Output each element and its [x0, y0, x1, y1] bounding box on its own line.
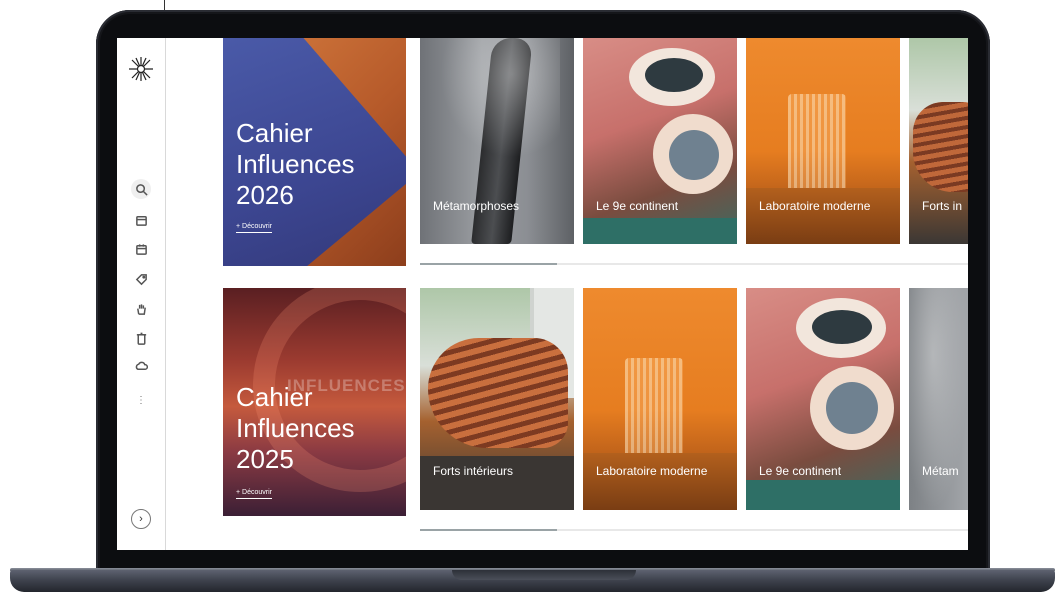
- fabric-veil: [440, 38, 560, 158]
- chevron-right-icon: ›: [139, 513, 143, 525]
- hero-card-2025[interactable]: INFLUENCES Cahier Influences 2025 + Déco…: [223, 288, 406, 516]
- more-icon[interactable]: ⋮: [131, 390, 151, 410]
- star-logo[interactable]: [128, 56, 154, 82]
- hero-title-line: Cahier: [236, 118, 313, 148]
- card-label: Laboratoire moderne: [596, 464, 708, 478]
- card-laboratoire-moderne[interactable]: Laboratoire moderne: [746, 38, 900, 244]
- cloud-icon[interactable]: [131, 356, 151, 376]
- card-9e-continent[interactable]: Le 9e continent: [583, 38, 737, 244]
- sidebar: ⋮ ›: [117, 38, 166, 550]
- card-metamorphoses-partial[interactable]: Métam: [909, 288, 968, 510]
- discover-link[interactable]: + Découvrir: [236, 223, 272, 233]
- card-metamorphoses[interactable]: Métamorphoses: [420, 38, 574, 244]
- hero-title: Cahier Influences 2025: [236, 382, 406, 475]
- hero-title-line: 2025: [236, 444, 294, 474]
- table-surface: [746, 188, 900, 244]
- hero-title-line: Cahier: [236, 382, 313, 412]
- bubble-arch-opening: [669, 130, 719, 180]
- pool-water: [746, 480, 900, 510]
- bubble-arch-opening: [826, 382, 878, 434]
- card-label: Le 9e continent: [596, 199, 679, 213]
- app-screen: ⋮ › Cahier Influences 2026 + Découvrir M…: [117, 38, 968, 550]
- pool-water: [583, 218, 737, 244]
- bubble-window-glass: [812, 310, 872, 344]
- card-label: Forts intérieurs: [433, 464, 514, 478]
- collection-row-2025: INFLUENCES Cahier Influences 2025 + Déco…: [223, 288, 968, 531]
- row-scrollbar-thumb[interactable]: [420, 263, 557, 265]
- card-label: Le 9e continent: [759, 464, 842, 478]
- hero-title-line: Influences: [236, 149, 355, 179]
- expand-sidebar-button[interactable]: ›: [131, 509, 151, 529]
- card-9e-continent[interactable]: Le 9e continent: [746, 288, 900, 510]
- calendar-icon[interactable]: [131, 239, 151, 259]
- collection-row-2026: Cahier Influences 2026 + Découvrir Métam…: [223, 38, 968, 268]
- row-scrollbar[interactable]: [420, 529, 968, 531]
- tag-icon[interactable]: [131, 269, 151, 289]
- row-scrollbar[interactable]: [420, 263, 968, 265]
- trash-icon[interactable]: [131, 328, 151, 348]
- hero-title-line: 2026: [236, 180, 294, 210]
- hand-icon[interactable]: [131, 299, 151, 319]
- striped-chair: [913, 102, 968, 192]
- card-forts-interieurs-partial[interactable]: Forts in: [909, 38, 968, 244]
- discover-link[interactable]: + Découvrir: [236, 489, 272, 499]
- card-label: Métam: [922, 464, 959, 478]
- search-icon[interactable]: [131, 179, 151, 199]
- card-label: Laboratoire moderne: [759, 199, 871, 213]
- card-laboratoire-moderne[interactable]: Laboratoire moderne: [583, 288, 737, 510]
- laptop-notch: [452, 570, 636, 580]
- card-label: Métamorphoses: [433, 199, 520, 213]
- table-surface: [583, 453, 737, 510]
- hero-title: Cahier Influences 2026: [236, 118, 406, 211]
- hero-title-line: Influences: [236, 413, 355, 443]
- striped-chair: [428, 338, 568, 448]
- card-label: Forts in: [922, 199, 963, 213]
- row-scrollbar-thumb[interactable]: [420, 529, 557, 531]
- hero-card-2026[interactable]: Cahier Influences 2026 + Découvrir: [223, 38, 406, 266]
- glass-tumbler: [625, 358, 683, 468]
- box-icon[interactable]: [131, 210, 151, 230]
- card-forts-interieurs[interactable]: Forts intérieurs: [420, 288, 574, 510]
- glass-tumbler: [788, 94, 846, 200]
- bubble-window-glass: [645, 58, 703, 92]
